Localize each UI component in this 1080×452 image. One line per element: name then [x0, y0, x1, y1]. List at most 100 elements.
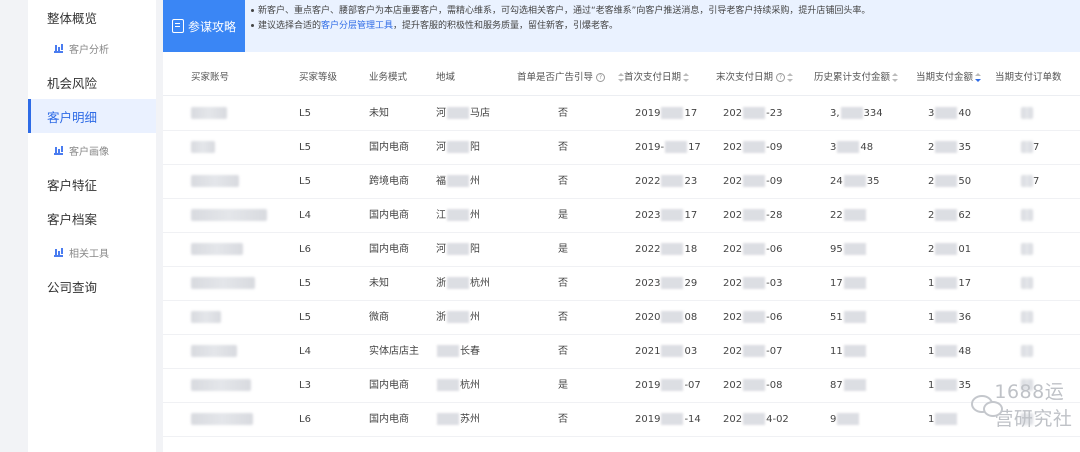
column-header-label: 当期支付金额	[916, 72, 974, 83]
redacted-date	[661, 345, 684, 357]
sidebar-item-customer-detail[interactable]: 客户明细	[28, 99, 156, 133]
table-row[interactable]: L5 微商浙州否 2020 08 202 -06 51 1 36	[163, 301, 1080, 335]
date-part: 2019	[635, 380, 661, 391]
cell-region: 杭州	[436, 369, 480, 403]
amount-part: 40	[958, 108, 972, 119]
sidebar-item-company-lookup[interactable]: 公司查询	[28, 269, 156, 303]
date-part: 18	[684, 244, 698, 255]
table-row[interactable]: L6 国内电商 苏州 否 2019 -14 202 4-02 9 1	[163, 403, 1080, 437]
business-mode: 国内电商	[369, 244, 409, 255]
cell-business-mode: 国内电商	[369, 233, 409, 267]
column-header-label: 地域	[436, 72, 456, 83]
table-row[interactable]: L5 跨境电商福州否 2022 23 202 -09 24 35 2 50 7	[163, 165, 1080, 199]
redacted-account	[191, 175, 239, 187]
sidebar-item-opportunity-risk[interactable]: 机会风险	[28, 65, 156, 99]
cell-history-amount: 51	[830, 301, 867, 335]
date-part: 2021	[635, 346, 661, 357]
cell-business-mode: 未知	[369, 267, 389, 301]
cell-last-pay-date: 202 -07	[723, 335, 782, 369]
sidebar-item-overview[interactable]: 整体概览	[28, 0, 156, 34]
region-part: 浙	[436, 312, 446, 323]
redacted-region	[447, 175, 469, 187]
redacted-count	[1021, 243, 1033, 255]
help-icon[interactable]: ?	[596, 73, 606, 82]
buyer-level: L5	[299, 142, 311, 153]
date-part: 08	[684, 312, 698, 323]
cell-current-amount: 1 17	[928, 267, 971, 301]
cell-buyer-level: L5	[299, 301, 311, 335]
cell-region: 浙州	[436, 301, 480, 335]
help-icon[interactable]: ?	[776, 73, 786, 82]
column-header-current-order-count[interactable]: 当期支付订单数	[995, 60, 1062, 96]
redacted-amount	[935, 175, 958, 187]
sidebar-item-customer-analysis[interactable]: 客户分析	[28, 31, 156, 65]
cell-buyer-account	[191, 97, 227, 131]
cell-business-mode: 国内电商	[369, 131, 409, 165]
redacted-region	[447, 243, 469, 255]
cell-first-order-ad: 是	[558, 199, 568, 233]
table-row[interactable]: L3 国内电商 杭州 是 2019 -07 202 -08 87 1 35	[163, 369, 1080, 403]
redacted-region	[437, 345, 459, 357]
region-part: 州	[470, 176, 480, 187]
table-row[interactable]: L4 实体店店主 长春否 2021 03 202 -07 11 1 48	[163, 335, 1080, 369]
buyer-level: L5	[299, 176, 311, 187]
redacted-amount	[843, 345, 866, 357]
date-part: -14	[684, 414, 701, 425]
table-row[interactable]: L5 未知 浙 杭州 否 2023 29 202 -03 17 1 17	[163, 267, 1080, 301]
cell-first-pay-date: 2019 -14	[635, 403, 701, 437]
redacted-region	[447, 107, 469, 119]
date-part: -03	[766, 278, 783, 289]
sort-icon	[787, 73, 794, 82]
redacted-date	[743, 311, 766, 323]
order-count: 7	[1033, 176, 1040, 187]
bullet-icon	[251, 9, 254, 12]
table-row[interactable]: L6 国内电商河阳是 2022 18 202 -06 95 2 01	[163, 233, 1080, 267]
column-header-current-pay-amount[interactable]: 当期支付金额	[916, 60, 982, 96]
customer-tier-tool-link[interactable]: 客户分层管理工具	[321, 21, 393, 31]
sidebar-item-customer-archive[interactable]: 客户档案	[28, 201, 156, 235]
date-part: 202	[723, 380, 743, 391]
column-header-history-pay-amount[interactable]: 历史累计支付金额	[814, 60, 899, 96]
sidebar-item-related-tools[interactable]: 相关工具	[28, 235, 156, 269]
date-part: 202	[723, 244, 743, 255]
cell-current-amount: 2 62	[928, 199, 971, 233]
region-part: 福	[436, 176, 446, 187]
cell-business-mode: 未知	[369, 97, 389, 131]
amount-part: 95	[830, 244, 843, 255]
cell-last-pay-date: 202 -08	[723, 369, 782, 403]
cell-region: 江州	[436, 199, 480, 233]
table-row[interactable]: L5 国内电商河阳否 2019- 17 202 -09 3 48 2 35 7	[163, 131, 1080, 165]
redacted-account	[191, 379, 251, 391]
amount-part: 9	[830, 414, 837, 425]
date-part: -07	[684, 380, 701, 391]
cell-region: 苏州	[436, 403, 480, 437]
cell-current-amount: 1 36	[928, 301, 971, 335]
date-part: 2023	[635, 210, 661, 221]
strategy-badge[interactable]: 参谋攻略	[163, 0, 245, 52]
sort-desc-icon	[975, 73, 982, 82]
cell-order-count: 7	[1021, 165, 1039, 199]
table-row[interactable]: L5 未知 河 马店 否 2019 17 202 -23 3, 334 3 40	[163, 97, 1080, 131]
sidebar-item-customer-features[interactable]: 客户特征	[28, 167, 156, 201]
table-row[interactable]: L4 国内电商江州是 2023 17 202 -28 22 2 62	[163, 199, 1080, 233]
cell-order-count	[1021, 233, 1033, 267]
date-part: 2022	[635, 176, 661, 187]
redacted-count	[1021, 277, 1033, 289]
redacted-date	[743, 243, 766, 255]
column-header-first-pay-date[interactable]: 首次支付日期	[616, 60, 690, 96]
cell-first-order-ad: 否	[558, 267, 568, 301]
cell-first-pay-date: 2021 03	[635, 335, 697, 369]
sidebar-item-customer-portrait[interactable]: 客户画像	[28, 133, 156, 167]
column-header-last-pay-date[interactable]: 末次支付日期?	[716, 60, 794, 96]
cell-history-amount: 22	[830, 199, 867, 233]
redacted-date	[743, 141, 766, 153]
redacted-amount	[935, 277, 958, 289]
amount-part: 24	[830, 176, 843, 187]
date-part: 2023	[635, 278, 661, 289]
cell-buyer-level: L5	[299, 267, 311, 301]
bullet-icon	[251, 24, 254, 27]
redacted-account	[191, 243, 243, 255]
cell-last-pay-date: 202 -28	[723, 199, 782, 233]
first-order-ad: 否	[558, 142, 568, 153]
redacted-date	[743, 413, 766, 425]
